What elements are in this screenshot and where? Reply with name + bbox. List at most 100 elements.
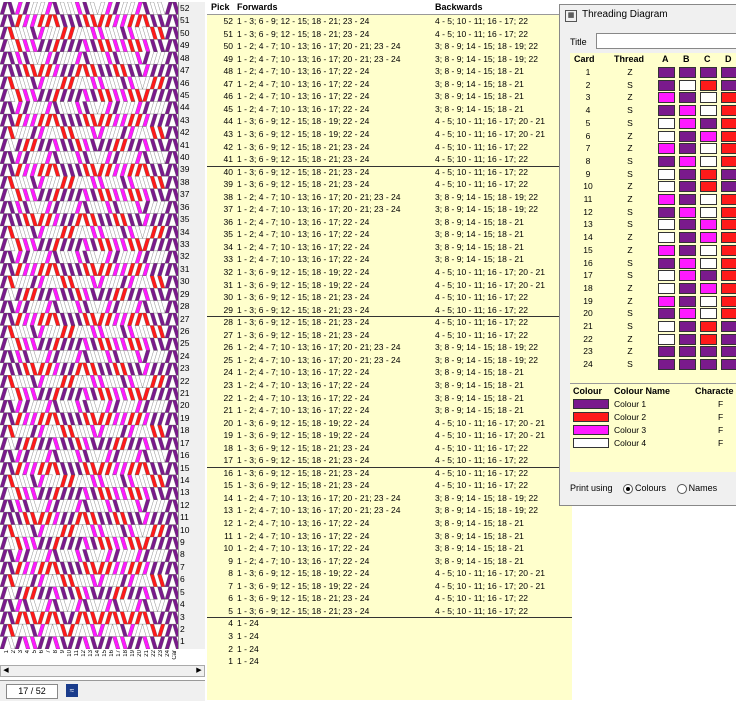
table-row[interactable]: 20 1 - 3; 6 - 9; 12 - 15; 18 - 19; 22 - 2… xyxy=(207,417,572,430)
hole-d-cell[interactable] xyxy=(721,143,736,155)
colour-swatch[interactable] xyxy=(573,412,609,422)
thread-direction[interactable]: S xyxy=(610,358,650,371)
card-row[interactable]: 11 Z xyxy=(570,193,736,206)
card-row[interactable]: 23 Z xyxy=(570,345,736,358)
radio-names[interactable] xyxy=(676,483,687,494)
title-input[interactable] xyxy=(596,33,736,49)
table-row[interactable]: 42 1 - 3; 6 - 9; 12 - 15; 18 - 21; 23 - 2… xyxy=(207,141,572,154)
table-row[interactable]: 13 1 - 2; 4 - 7; 10 - 13; 16 - 17; 20 - 2… xyxy=(207,504,572,517)
table-row[interactable]: 61 - 3; 6 - 9; 12 - 15; 18 - 21; 23 - 24… xyxy=(207,592,572,605)
hole-d-cell[interactable] xyxy=(721,270,736,282)
hole-d-cell[interactable] xyxy=(721,194,736,205)
hole-b-cell[interactable] xyxy=(679,346,696,358)
hole-a-cell[interactable] xyxy=(658,295,675,307)
thread-direction[interactable]: Z xyxy=(610,180,650,193)
hole-c-cell[interactable] xyxy=(700,155,717,167)
table-row[interactable]: 18 1 - 3; 6 - 9; 12 - 15; 18 - 21; 23 - 2… xyxy=(207,442,572,455)
hole-b-cell[interactable] xyxy=(679,67,696,78)
hole-a-cell[interactable] xyxy=(658,257,675,269)
table-row[interactable]: 38 1 - 2; 4 - 7; 10 - 13; 16 - 17; 20 - 2… xyxy=(207,191,572,204)
hole-c-cell[interactable] xyxy=(700,244,717,256)
card-row[interactable]: 15 Z xyxy=(570,244,736,257)
hole-a-cell[interactable] xyxy=(658,194,675,205)
hole-a-cell[interactable] xyxy=(658,206,675,218)
table-row[interactable]: 37 1 - 2; 4 - 7; 10 - 13; 16 - 17; 20 - 2… xyxy=(207,203,572,216)
table-row[interactable]: 32 1 - 3; 6 - 9; 12 - 15; 18 - 19; 22 - 2… xyxy=(207,266,572,279)
table-row[interactable]: 48 1 - 2; 4 - 7; 10 - 13; 16 - 17; 22 - 2… xyxy=(207,65,572,78)
weave-icon[interactable]: ≈ xyxy=(66,684,78,697)
hole-a-cell[interactable] xyxy=(658,92,675,104)
hole-b-cell[interactable] xyxy=(679,181,696,193)
hole-b-cell[interactable] xyxy=(679,359,696,371)
hole-d-cell[interactable] xyxy=(721,206,736,218)
hole-c-cell[interactable] xyxy=(700,168,717,180)
thread-direction[interactable]: S xyxy=(610,104,650,117)
table-row[interactable]: 28 1 - 3; 6 - 9; 12 - 15; 18 - 21; 23 - 2… xyxy=(207,316,572,329)
card-row[interactable]: 5S xyxy=(570,117,736,130)
hole-a-cell[interactable] xyxy=(658,168,675,180)
colour-swatch[interactable] xyxy=(573,425,609,435)
hole-b-cell[interactable] xyxy=(679,105,696,117)
hole-b-cell[interactable] xyxy=(679,155,696,167)
hole-b-cell[interactable] xyxy=(679,321,696,332)
hole-c-cell[interactable] xyxy=(700,130,717,142)
table-row[interactable]: 17 1 - 3; 6 - 9; 12 - 15; 18 - 21; 23 - 2… xyxy=(207,454,572,467)
card-row[interactable]: 14 Z xyxy=(570,231,736,244)
card-row[interactable]: 16 S xyxy=(570,257,736,270)
table-row[interactable]: 45 1 - 2; 4 - 7; 10 - 13; 16 - 17; 22 - 2… xyxy=(207,103,572,116)
table-row[interactable]: 12 1 - 2; 4 - 7; 10 - 13; 16 - 17; 22 - 2… xyxy=(207,517,572,530)
hole-a-cell[interactable] xyxy=(658,282,675,294)
thread-direction[interactable]: Z xyxy=(610,345,650,358)
table-row[interactable]: 91 - 2; 4 - 7; 10 - 13; 16 - 17; 22 - 24… xyxy=(207,555,572,568)
card-row[interactable]: 18 Z xyxy=(570,282,736,295)
thread-direction[interactable]: Z xyxy=(610,193,650,206)
scroll-left-icon[interactable]: ◀ xyxy=(1,666,11,676)
table-row[interactable]: 71 - 3; 6 - 9; 12 - 15; 18 - 19; 22 - 24… xyxy=(207,580,572,593)
table-row[interactable]: 34 1 - 2; 4 - 7; 10 - 13; 16 - 17; 22 - 2… xyxy=(207,241,572,254)
table-row[interactable]: 19 1 - 3; 6 - 9; 12 - 15; 18 - 19; 22 - 2… xyxy=(207,429,572,442)
thread-direction[interactable]: S xyxy=(610,269,650,282)
table-row[interactable]: 51 - 3; 6 - 9; 12 - 15; 18 - 21; 23 - 24… xyxy=(207,605,572,618)
thread-direction[interactable]: S xyxy=(610,168,650,181)
table-row[interactable]: 44 1 - 3; 6 - 9; 12 - 15; 18 - 19; 22 - 2… xyxy=(207,115,572,128)
card-row[interactable]: 6Z xyxy=(570,130,736,143)
thread-direction[interactable]: S xyxy=(610,155,650,168)
thread-direction[interactable]: S xyxy=(610,218,650,231)
table-row[interactable]: 50 1 - 2; 4 - 7; 10 - 13; 16 - 17; 20 - 2… xyxy=(207,40,572,53)
hole-c-cell[interactable] xyxy=(700,321,717,332)
card-row[interactable]: 4S xyxy=(570,104,736,117)
table-row[interactable]: 22 1 - 2; 4 - 7; 10 - 13; 16 - 17; 22 - 2… xyxy=(207,392,572,405)
hole-d-cell[interactable] xyxy=(721,232,736,244)
table-row[interactable]: 40 1 - 3; 6 - 9; 12 - 15; 18 - 21; 23 - 2… xyxy=(207,166,572,179)
table-row[interactable]: 41 - 24 xyxy=(207,617,572,630)
hole-a-cell[interactable] xyxy=(658,346,675,358)
table-row[interactable]: 11 - 24 xyxy=(207,655,572,668)
table-row[interactable]: 31 1 - 3; 6 - 9; 12 - 15; 18 - 19; 22 - 2… xyxy=(207,279,572,292)
hole-b-cell[interactable] xyxy=(679,232,696,244)
hole-a-cell[interactable] xyxy=(658,105,675,117)
table-row[interactable]: 24 1 - 2; 4 - 7; 10 - 13; 16 - 17; 22 - 2… xyxy=(207,366,572,379)
hole-a-cell[interactable] xyxy=(658,359,675,371)
thread-direction[interactable]: S xyxy=(610,79,650,92)
table-row[interactable]: 46 1 - 2; 4 - 7; 10 - 13; 16 - 17; 22 - 2… xyxy=(207,90,572,103)
hole-c-cell[interactable] xyxy=(700,79,717,91)
table-row[interactable]: 41 1 - 3; 6 - 9; 12 - 15; 18 - 21; 23 - 2… xyxy=(207,153,572,166)
hole-b-cell[interactable] xyxy=(679,92,696,104)
hole-a-cell[interactable] xyxy=(658,130,675,142)
hole-c-cell[interactable] xyxy=(700,67,717,78)
hole-a-cell[interactable] xyxy=(658,244,675,256)
thread-direction[interactable]: S xyxy=(610,206,650,219)
hole-d-cell[interactable] xyxy=(721,282,736,294)
scroll-right-icon[interactable]: ▶ xyxy=(194,666,204,676)
card-row[interactable]: 2S xyxy=(570,79,736,92)
table-row[interactable]: 10 1 - 2; 4 - 7; 10 - 13; 16 - 17; 22 - 2… xyxy=(207,542,572,555)
thread-direction[interactable]: S xyxy=(610,320,650,333)
thread-direction[interactable]: S xyxy=(610,307,650,320)
hole-c-cell[interactable] xyxy=(700,105,717,117)
card-row[interactable]: 21 S xyxy=(570,320,736,333)
thread-direction[interactable]: Z xyxy=(610,333,650,346)
table-row[interactable]: 39 1 - 3; 6 - 9; 12 - 15; 18 - 21; 23 - 2… xyxy=(207,178,572,191)
hole-c-cell[interactable] xyxy=(700,194,717,205)
hole-d-cell[interactable] xyxy=(721,257,736,269)
radio-colours-label[interactable]: Colours xyxy=(635,483,666,493)
